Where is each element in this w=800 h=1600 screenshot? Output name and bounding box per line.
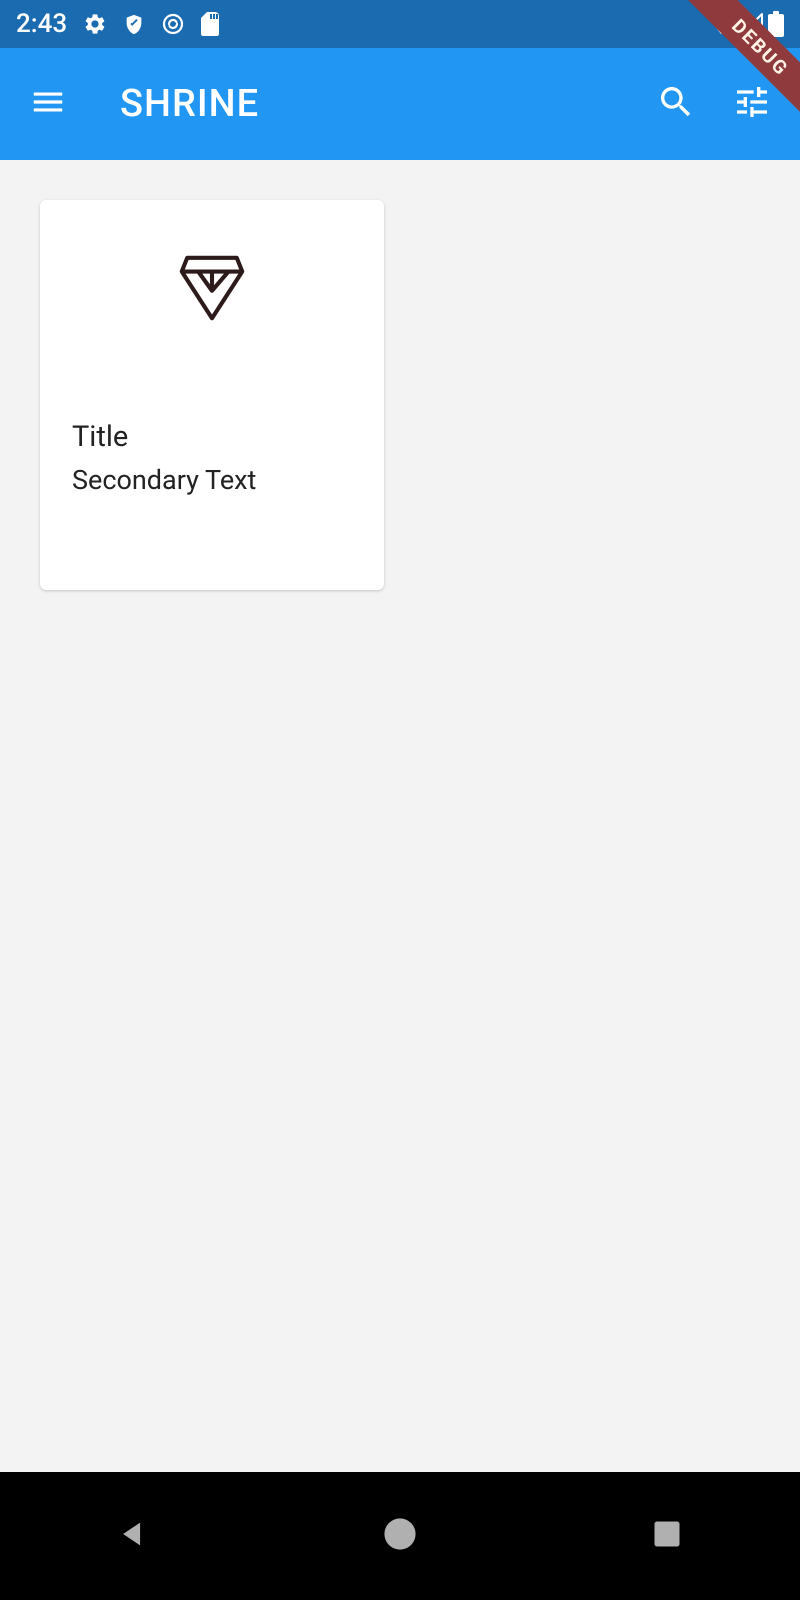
card-subtitle: Secondary Text	[72, 464, 352, 496]
settings-icon	[83, 12, 107, 36]
tune-icon	[732, 82, 772, 126]
back-icon	[116, 1517, 150, 1555]
search-icon	[656, 82, 696, 126]
status-bar: 2:43	[0, 0, 800, 48]
status-time: 2:43	[16, 9, 67, 39]
app-bar: SHRINE	[0, 48, 800, 160]
search-button[interactable]	[652, 80, 700, 128]
recent-button[interactable]	[637, 1506, 697, 1566]
navigation-bar	[0, 1472, 800, 1600]
sd-card-icon	[201, 12, 221, 36]
recent-icon	[652, 1519, 682, 1553]
card-title: Title	[72, 420, 352, 454]
status-left: 2:43	[16, 9, 221, 39]
app-title: SHRINE	[120, 82, 259, 126]
diamond-icon	[179, 252, 245, 328]
tune-button[interactable]	[728, 80, 776, 128]
content-area: Title Secondary Text	[0, 160, 800, 1472]
card-image	[40, 200, 384, 420]
protect-icon	[123, 13, 145, 35]
app-bar-actions	[652, 80, 776, 128]
menu-icon	[29, 83, 67, 125]
sync-icon	[161, 12, 185, 36]
menu-button[interactable]	[24, 80, 72, 128]
card-body: Title Secondary Text	[40, 420, 384, 528]
home-button[interactable]	[370, 1506, 430, 1566]
back-button[interactable]	[103, 1506, 163, 1566]
product-card[interactable]: Title Secondary Text	[40, 200, 384, 590]
home-icon	[383, 1517, 417, 1555]
